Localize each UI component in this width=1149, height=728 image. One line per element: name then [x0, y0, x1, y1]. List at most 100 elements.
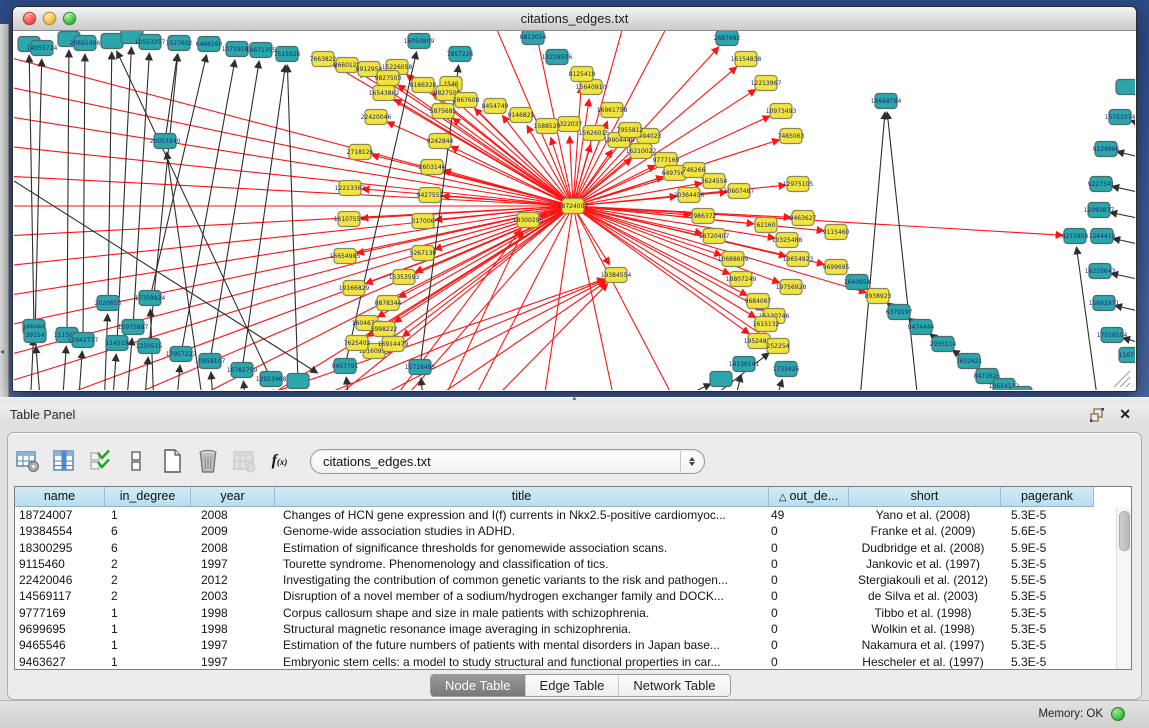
network-node[interactable]: 8813054: [520, 31, 547, 45]
network-node[interactable]: 9245652: [1008, 387, 1035, 391]
citation-edge-black[interactable]: [67, 50, 69, 335]
network-node[interactable]: 1250515: [136, 339, 163, 354]
network-node[interactable]: 16543862: [369, 86, 400, 101]
table-row[interactable]: 911546021997Tourette syndrome. Phenomeno…: [15, 556, 1131, 572]
network-node[interactable]: [101, 34, 123, 49]
network-node[interactable]: 1640954: [844, 275, 871, 290]
network-node[interactable]: 9827503: [375, 71, 402, 86]
citation-edge-red[interactable]: [527, 125, 573, 206]
network-node[interactable]: 16154838: [731, 52, 762, 67]
show-columns-button[interactable]: [50, 448, 77, 475]
network-node[interactable]: 15716485: [405, 360, 436, 375]
network-node[interactable]: 5267130: [410, 246, 437, 261]
new-file-button[interactable]: [158, 448, 185, 475]
table-row[interactable]: 2242004622012Investigating the contribut…: [15, 572, 1131, 588]
network-graph[interactable]: 1872400715626015199044486494023162100229…: [14, 31, 1135, 390]
citation-edge-black[interactable]: [211, 372, 214, 390]
network-node[interactable]: 22420046: [361, 110, 392, 125]
network-node[interactable]: 7485063: [778, 129, 805, 144]
network-node[interactable]: 7515526: [274, 47, 301, 62]
network-node[interactable]: 116753: [1119, 348, 1135, 363]
citation-edge-red[interactable]: [573, 140, 623, 206]
network-node[interactable]: 7986372: [690, 209, 717, 224]
table-row[interactable]: 969969511998Structural magnetic resonanc…: [15, 621, 1131, 637]
network-node[interactable]: 16654985: [330, 249, 361, 264]
table-settings-button[interactable]: [14, 448, 41, 475]
citation-edge-black[interactable]: [287, 65, 298, 381]
network-node[interactable]: 10973493: [766, 104, 797, 119]
network-node[interactable]: [1116, 80, 1135, 95]
network-node[interactable]: 10325488: [772, 233, 803, 248]
column-header-pagerank[interactable]: pagerank: [1001, 487, 1094, 507]
table-row[interactable]: 1830029562008Estimation of significance …: [15, 540, 1131, 556]
network-node[interactable]: 16107554: [334, 212, 365, 227]
citation-edge-black[interactable]: [1123, 338, 1135, 347]
network-node[interactable]: 14136141: [729, 357, 760, 372]
network-node[interactable]: 10607487: [724, 184, 755, 199]
network-node[interactable]: 14671355: [246, 43, 277, 58]
citation-edge-black[interactable]: [133, 53, 149, 327]
network-node[interactable]: 1588520: [534, 119, 561, 134]
citation-edge-black[interactable]: [243, 381, 247, 390]
network-node[interactable]: 1527602: [166, 36, 193, 51]
network-node[interactable]: 5998222: [371, 322, 398, 337]
citation-edge-black[interactable]: [654, 384, 711, 390]
citation-edge-black[interactable]: [210, 61, 259, 361]
network-table-selector[interactable]: citations_edges.txt: [310, 449, 705, 474]
function-builder-button[interactable]: f(x): [266, 448, 293, 475]
network-node[interactable]: 18300295: [513, 213, 544, 228]
network-node[interactable]: 10688609: [718, 252, 749, 267]
float-panel-icon[interactable]: [1089, 407, 1105, 423]
network-node[interactable]: 9684067: [745, 294, 772, 309]
network-node[interactable]: 16782759: [227, 363, 258, 378]
network-node[interactable]: 10958107: [195, 354, 226, 369]
network-node[interactable]: 18720407: [699, 229, 730, 244]
network-node[interactable]: 16053809: [404, 34, 435, 49]
network-node[interactable]: 12213967: [751, 76, 782, 91]
citation-edge-red[interactable]: [494, 284, 608, 390]
network-node[interactable]: 18807249: [726, 272, 757, 287]
resize-grip[interactable]: [1114, 371, 1130, 387]
column-header-out_de[interactable]: △out_de...: [769, 487, 849, 507]
citation-edge-black[interactable]: [772, 379, 783, 390]
network-node[interactable]: 8878344: [375, 296, 402, 311]
citation-edge-red[interactable]: [573, 206, 786, 256]
network-node[interactable]: 8215958: [1062, 229, 1089, 244]
network-node[interactable]: 12975105: [783, 177, 814, 192]
network-window-titlebar[interactable]: citations_edges.txt: [13, 7, 1136, 31]
network-node[interactable]: 1615132: [753, 317, 780, 332]
network-node[interactable]: 16210643: [1085, 264, 1116, 279]
network-node[interactable]: 7955812: [617, 123, 644, 138]
citation-edge-black[interactable]: [1113, 238, 1135, 248]
citation-edge-black[interactable]: [144, 357, 148, 390]
network-node[interactable]: 20053340: [150, 134, 181, 149]
citation-edge-black[interactable]: [14, 181, 318, 373]
network-node[interactable]: 1733426: [773, 362, 800, 377]
network-node[interactable]: 9457791: [332, 359, 359, 374]
citation-edge-red[interactable]: [14, 116, 573, 206]
network-node[interactable]: 9115460: [823, 225, 850, 240]
network-node[interactable]: 12093877: [1084, 203, 1115, 218]
network-node[interactable]: 9474444: [908, 320, 935, 335]
network-node[interactable]: 20364456: [674, 188, 705, 203]
network-node[interactable]: 62160: [755, 218, 777, 233]
citation-edge-black[interactable]: [62, 346, 66, 390]
network-node[interactable]: 16961758: [597, 103, 628, 118]
network-node[interactable]: 2867608: [453, 93, 480, 108]
table-row[interactable]: 1938455462009Genome-wide association stu…: [15, 523, 1131, 539]
tab-edge-table[interactable]: Edge Table: [526, 675, 620, 696]
citation-edge-red[interactable]: [14, 176, 573, 206]
network-node[interactable]: 8186328: [410, 78, 437, 93]
network-node[interactable]: 16914479: [378, 337, 409, 352]
column-header-name[interactable]: name: [15, 487, 105, 507]
network-node[interactable]: 15692971: [1089, 296, 1120, 311]
network-node[interactable]: 16648784: [871, 94, 902, 109]
network-node[interactable]: 9699695: [823, 260, 850, 275]
select-all-button[interactable]: [86, 448, 113, 475]
network-node[interactable]: 10975887: [118, 320, 149, 335]
citation-edge-red[interactable]: [314, 280, 605, 390]
network-node[interactable]: 2935114: [930, 337, 957, 352]
network-node[interactable]: 19384554: [601, 268, 632, 283]
vertical-scrollbar[interactable]: [1116, 507, 1131, 669]
network-node[interactable]: 317006: [412, 214, 435, 229]
